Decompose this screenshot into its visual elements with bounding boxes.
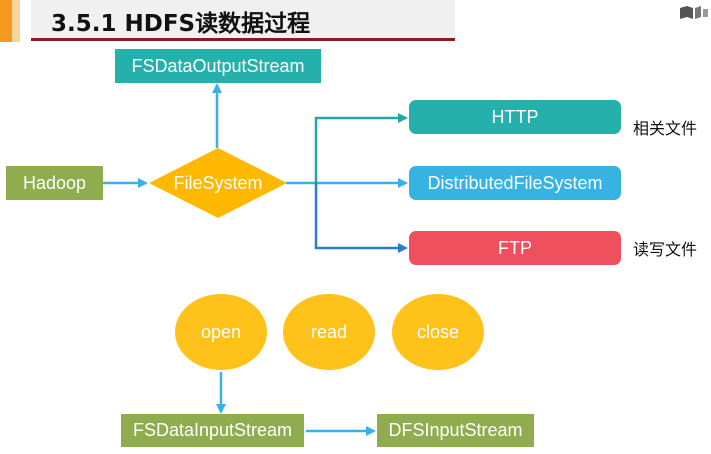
read-circle: read [283, 294, 375, 370]
close-label: close [416, 321, 460, 342]
filesystem-label-wrap: FileSystem [148, 148, 288, 218]
fsdatainputstream-label: FSDataInputStream [132, 420, 293, 440]
http-label: HTTP [491, 106, 539, 127]
distributedfilesystem-box: DistributedFileSystem [409, 166, 621, 200]
fsdatainputstream-box: FSDataInputStream [121, 414, 304, 447]
distributedfilesystem-label: DistributedFileSystem [427, 172, 603, 193]
hadoop-label: Hadoop [22, 172, 87, 193]
fsdataoutputstream-box: FSDataOutputStream [115, 49, 321, 83]
connector-layer [103, 83, 408, 436]
arrow-filesystem-to-ftp [314, 183, 408, 253]
arrow-filesystem-to-http [314, 113, 408, 183]
related-files-label: 相关文件 [633, 119, 698, 138]
dfsinputstream-box: DFSInputStream [377, 414, 534, 447]
read-label: read [310, 321, 348, 342]
dfsinputstream-label: DFSInputStream [388, 420, 523, 440]
read-write-files-label: 读写文件 [633, 240, 698, 259]
ftp-box: FTP [409, 231, 621, 265]
http-box: HTTP [409, 100, 621, 134]
open-label: open [200, 321, 242, 342]
hadoop-box: Hadoop [6, 166, 103, 200]
ftp-label: FTP [498, 237, 532, 258]
filesystem-label: FileSystem [173, 172, 263, 193]
fsdataoutputstream-label: FSDataOutputStream [131, 55, 305, 76]
close-circle: close [392, 294, 484, 370]
open-circle: open [175, 294, 267, 370]
